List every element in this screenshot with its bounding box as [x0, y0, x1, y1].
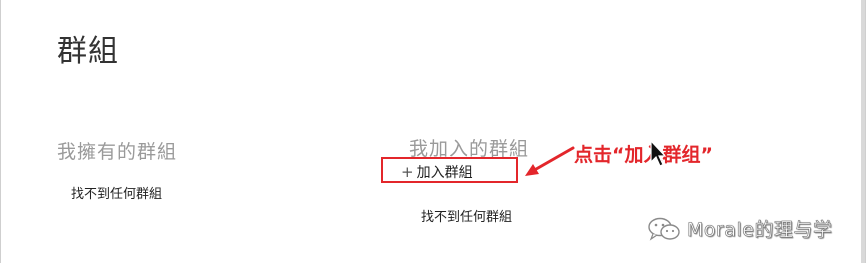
- watermark: Morale的理与学: [647, 215, 832, 242]
- join-group-label: 加入群組: [416, 165, 473, 181]
- joined-groups-empty-text: 找不到任何群組: [421, 210, 513, 225]
- plus-icon: +: [401, 162, 414, 181]
- page-title: 群組: [57, 34, 119, 69]
- joined-groups-heading: 我加入的群組: [409, 138, 530, 160]
- annotation-arrow-icon: [525, 146, 575, 176]
- join-group-button[interactable]: + 加入群組: [401, 162, 473, 182]
- scrollbar[interactable]: [861, 0, 865, 263]
- owned-groups-heading: 我擁有的群組: [57, 141, 178, 163]
- watermark-text: Morale的理与学: [687, 219, 833, 242]
- annotation-text: 点击“加入群组”: [574, 144, 713, 166]
- owned-groups-empty-text: 找不到任何群組: [71, 187, 163, 202]
- groups-page: 群組 我擁有的群組 找不到任何群組 我加入的群組 + 加入群組 找不到任何群組 …: [0, 0, 866, 263]
- mouse-cursor-icon: [650, 140, 667, 167]
- wechat-icon: [648, 217, 680, 241]
